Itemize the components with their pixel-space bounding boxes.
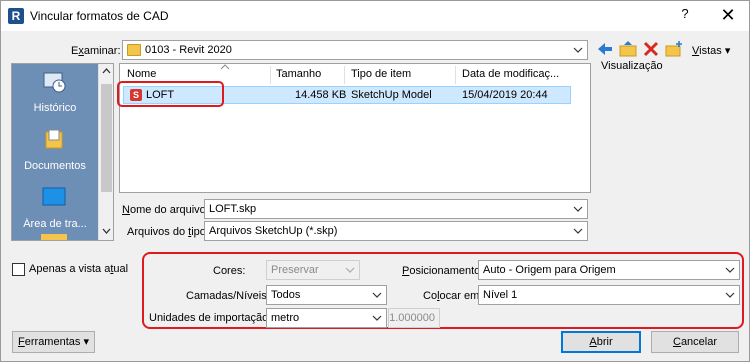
history-icon (43, 72, 66, 93)
preview-label: Visualização (601, 60, 663, 72)
chevron-down-icon[interactable] (572, 203, 584, 215)
triangle-down-icon: ▾ (724, 45, 731, 57)
chevron-down-icon (725, 292, 735, 298)
revit-app-icon: R (8, 8, 24, 24)
column-header-size[interactable]: Tamanho (276, 68, 321, 80)
place-partial-icon (41, 234, 67, 240)
colors-value: Preservar (271, 264, 319, 276)
tools-button[interactable]: Ferramentas ▾ (12, 331, 95, 353)
title-bar: R Vincular formatos de CAD ? ✕ (1, 1, 749, 31)
filename-value: LOFT.skp (209, 203, 257, 215)
units-value: metro (271, 312, 300, 324)
desktop-icon (42, 187, 66, 206)
place-documents[interactable]: Documentos (12, 122, 98, 178)
back-arrow-icon[interactable] (595, 40, 615, 58)
file-date: 15/04/2019 20:44 (462, 89, 548, 101)
positioning-select[interactable]: Auto - Origem para Origem (478, 260, 740, 280)
column-separator (344, 66, 345, 84)
current-view-only-checkbox[interactable] (12, 263, 25, 276)
positioning-label: Posicionamento: (402, 265, 484, 277)
window-title: Vincular formatos de CAD (30, 9, 169, 23)
file-size: 14.458 KB (295, 89, 347, 101)
import-scale-field: 1.000000 (388, 308, 440, 328)
column-header-date[interactable]: Data de modificaç... (462, 68, 559, 80)
lookin-value: 0103 - Revit 2020 (145, 44, 232, 56)
units-select[interactable]: metro (266, 308, 387, 328)
new-folder-icon[interactable] (664, 40, 684, 58)
column-header-type[interactable]: Tipo de item (351, 68, 411, 80)
column-header-name[interactable]: Nome (127, 68, 156, 80)
close-button[interactable]: ✕ (713, 4, 743, 26)
help-button[interactable]: ? (673, 6, 697, 26)
sort-ascending-icon (220, 64, 230, 70)
place-at-value: Nível 1 (483, 289, 518, 301)
layers-select[interactable]: Todos (266, 285, 387, 305)
scroll-up-icon[interactable] (101, 66, 112, 76)
views-menu[interactable]: Vistas ▾ (692, 44, 730, 57)
place-history[interactable]: Histórico (12, 64, 98, 120)
scroll-thumb[interactable] (101, 84, 112, 192)
place-desktop-label: Área de tra... (23, 218, 87, 230)
place-at-select[interactable]: Nível 1 (478, 285, 740, 305)
delete-icon[interactable] (641, 40, 661, 58)
units-label: Unidades de importação: (149, 312, 272, 324)
chevron-down-icon (725, 267, 735, 273)
place-at-label: Colocar em: (423, 290, 483, 302)
positioning-value: Auto - Origem para Origem (483, 264, 616, 276)
column-separator (270, 66, 271, 84)
current-view-only-label: Apenas a vista atual (29, 263, 129, 275)
chevron-down-icon (372, 292, 382, 298)
filetype-value: Arquivos SketchUp (*.skp) (209, 225, 338, 237)
folder-icon (127, 44, 141, 56)
places-bar: Histórico Documentos Área de tra... (11, 63, 114, 241)
triangle-down-icon: ▾ (83, 336, 89, 348)
import-scale-value: 1.000000 (389, 312, 435, 324)
layers-label: Camadas/Níveis: (186, 290, 270, 302)
chevron-down-icon (345, 267, 355, 273)
filename-input[interactable]: LOFT.skp (204, 199, 588, 219)
places-scrollbar[interactable] (98, 64, 113, 240)
colors-label: Cores: (213, 265, 246, 277)
highlight-file (117, 81, 224, 107)
filename-label: Nome do arquivo: (122, 204, 209, 216)
lookin-label: Examinar: (71, 45, 121, 57)
place-desktop[interactable]: Área de tra... (12, 180, 98, 236)
chevron-down-icon (372, 315, 382, 321)
column-separator (455, 66, 456, 84)
open-button[interactable]: Abrir (561, 331, 641, 353)
scroll-down-icon[interactable] (101, 226, 112, 236)
cancel-button[interactable]: Cancelar (651, 331, 739, 353)
chevron-down-icon (573, 228, 583, 234)
place-history-label: Histórico (33, 102, 77, 114)
filetype-label: Arquivos do tipo: (127, 226, 209, 238)
chevron-down-icon (573, 47, 583, 53)
link-cad-dialog: R Vincular formatos de CAD ? ✕ Examinar:… (0, 0, 750, 362)
documents-icon (45, 129, 63, 149)
layers-value: Todos (271, 289, 301, 301)
folder-up-icon[interactable] (618, 40, 638, 58)
lookin-combo[interactable]: 0103 - Revit 2020 (122, 40, 588, 60)
colors-select: Preservar (266, 260, 360, 280)
filetype-select[interactable]: Arquivos SketchUp (*.skp) (204, 221, 588, 241)
place-documents-label: Documentos (24, 160, 86, 172)
file-type: SketchUp Model (351, 89, 432, 101)
